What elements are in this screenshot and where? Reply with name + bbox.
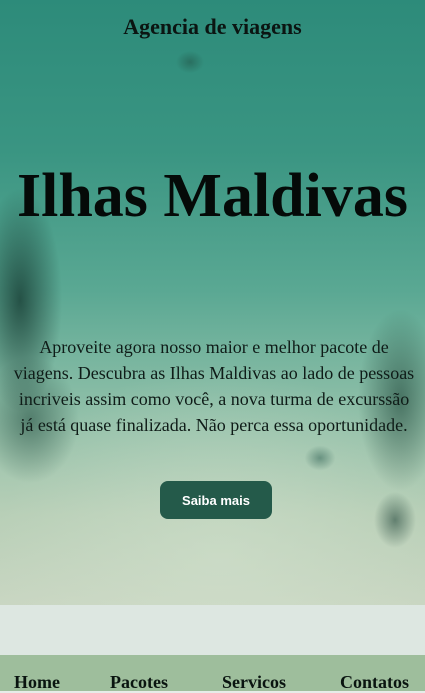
- nav-link-contatos[interactable]: Contatos: [340, 672, 409, 693]
- hero-section: Agencia de viagens Ilhas Maldivas Aprove…: [0, 0, 425, 605]
- saiba-mais-button[interactable]: Saiba mais: [160, 481, 272, 519]
- nav-link-servicos[interactable]: Servicos: [222, 672, 286, 693]
- hero-description: Aproveite agora nosso maior e melhor pac…: [13, 337, 415, 435]
- brand-title: Agencia de viagens: [123, 14, 302, 39]
- nav-link-pacotes[interactable]: Pacotes: [110, 672, 168, 693]
- nav-link-home[interactable]: Home: [14, 672, 60, 693]
- hero-title: Ilhas Maldivas: [16, 162, 409, 230]
- section-divider-band: [0, 605, 425, 655]
- bottom-nav: Home Pacotes Servicos Contatos: [0, 655, 425, 693]
